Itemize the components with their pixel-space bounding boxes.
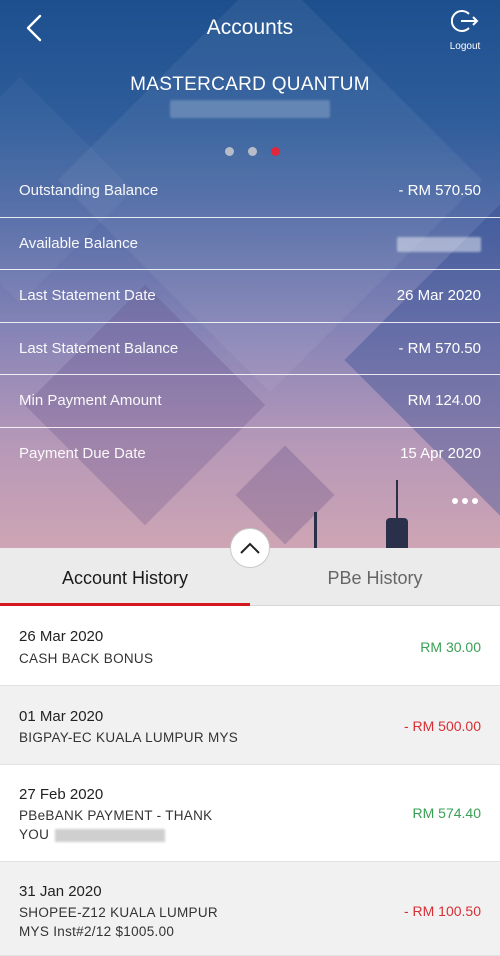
transaction-amount: RM 30.00	[420, 639, 481, 655]
transaction-list: 26 Mar 2020 CASH BACK BONUS RM 30.00 01 …	[0, 606, 500, 956]
detail-row-payment-due-date: Payment Due Date 15 Apr 2020	[0, 428, 500, 481]
detail-value: - RM 570.50	[398, 182, 481, 199]
list-item[interactable]: 27 Feb 2020 PBeBANK PAYMENT - THANK YOU …	[0, 765, 500, 862]
transaction-description: YOU	[19, 825, 166, 844]
detail-value: - RM 570.50	[398, 339, 481, 357]
card-name: MASTERCARD QUANTUM	[130, 74, 370, 95]
transaction-amount: RM 574.40	[412, 805, 481, 821]
account-hero: Accounts Logout MASTERCARD QUANTUM Outst…	[0, 0, 500, 548]
detail-row-min-payment: Min Payment Amount RM 124.00	[0, 375, 500, 428]
detail-label: Available Balance	[19, 234, 138, 252]
detail-value: 15 Apr 2020	[400, 444, 481, 462]
logout-icon	[450, 10, 479, 32]
transaction-description: PBeBANK PAYMENT - THANK	[19, 808, 213, 823]
transaction-amount: - RM 100.50	[403, 903, 481, 919]
detail-label: Last Statement Balance	[19, 339, 179, 357]
detail-row-last-statement-date: Last Statement Date 26 Mar 2020	[0, 270, 500, 323]
more-dots-icon[interactable]	[452, 498, 478, 504]
tab-account-history[interactable]: Account History	[0, 548, 250, 606]
transaction-description: BIGPAY-EC KUALA LUMPUR MYS	[19, 730, 239, 745]
detail-row-last-statement-balance: Last Statement Balance - RM 570.50	[0, 323, 500, 375]
carousel-indicator[interactable]	[225, 147, 280, 156]
transaction-amount: - RM 500.00	[403, 718, 481, 734]
logout-button[interactable]: Logout	[444, 8, 486, 54]
collapse-button[interactable]	[230, 528, 270, 568]
masked-available-balance	[397, 236, 481, 252]
dot	[452, 498, 458, 504]
transaction-description: MYS Inst#2/12 $1005.00	[19, 924, 175, 939]
detail-label: Last Statement Date	[19, 287, 156, 304]
list-item[interactable]: 01 Mar 2020 BIGPAY-EC KUALA LUMPUR MYS -…	[0, 686, 500, 765]
transaction-date: 31 Jan 2020	[19, 883, 102, 900]
skyline-tower	[314, 512, 317, 548]
list-item[interactable]: 26 Mar 2020 CASH BACK BONUS RM 30.00	[0, 606, 500, 686]
transaction-description-line2: YOU	[19, 827, 50, 842]
carousel-dot[interactable]	[248, 147, 257, 156]
detail-value: 26 Mar 2020	[396, 287, 481, 304]
top-bar: Accounts Logout	[0, 0, 500, 60]
page-title: Accounts	[206, 16, 294, 39]
transaction-date: 27 Feb 2020	[19, 786, 104, 803]
detail-label: Outstanding Balance	[19, 182, 159, 199]
dot	[472, 498, 478, 504]
masked-text	[55, 828, 166, 842]
masked-card-number	[170, 100, 330, 118]
tab-pbe-history[interactable]: PBe History	[250, 548, 500, 606]
detail-row-available-balance: Available Balance	[0, 218, 500, 270]
transaction-date: 01 Mar 2020	[19, 708, 104, 725]
detail-row-outstanding-balance: Outstanding Balance - RM 570.50	[0, 165, 500, 218]
carousel-dot[interactable]	[225, 147, 234, 156]
detail-label: Payment Due Date	[19, 444, 146, 462]
carousel-dot-active[interactable]	[271, 147, 280, 156]
account-details: Outstanding Balance - RM 570.50 Availabl…	[0, 165, 500, 480]
list-item[interactable]: 31 Jan 2020 SHOPEE-Z12 KUALA LUMPUR MYS …	[0, 862, 500, 956]
chevron-up-icon	[240, 542, 260, 554]
logout-label: Logout	[449, 41, 481, 52]
transaction-description: CASH BACK BONUS	[19, 651, 154, 666]
transaction-date: 26 Mar 2020	[19, 628, 104, 645]
detail-label: Min Payment Amount	[19, 392, 162, 409]
detail-value: RM 124.00	[407, 392, 481, 409]
dot	[462, 498, 468, 504]
skyline-tower	[386, 518, 408, 548]
transaction-description: SHOPEE-Z12 KUALA LUMPUR	[19, 905, 218, 920]
